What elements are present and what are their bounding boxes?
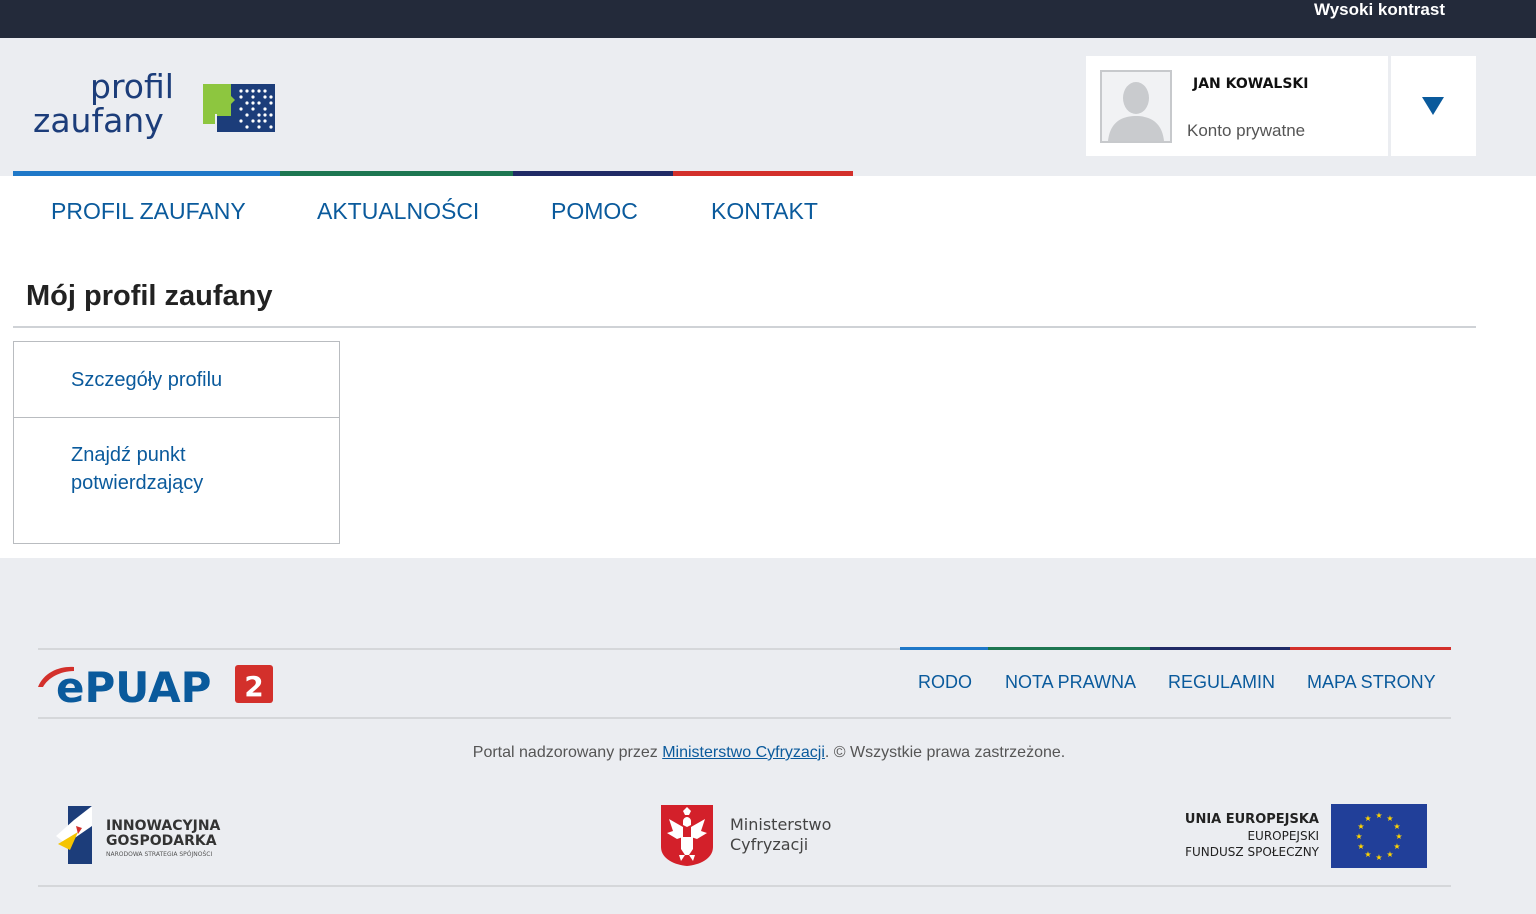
nav-item-aktualnosci[interactable]: AKTUALNOŚCI <box>317 198 479 225</box>
svg-text:ePUAP: ePUAP <box>56 663 211 706</box>
page-title: Mój profil zaufany <box>26 280 273 312</box>
title-divider <box>13 326 1476 328</box>
user-name: JAN KOWALSKI <box>1193 76 1309 92</box>
eu-flag-icon[interactable]: ★ ★ ★ ★ ★ ★ ★ ★ ★ ★ ★ ★ <box>1331 804 1427 868</box>
svg-text:★: ★ <box>1393 822 1400 831</box>
triangle-down-icon <box>1422 97 1444 115</box>
main-content: PROFIL ZAUFANY AKTUALNOŚCI POMOC KONTAKT… <box>0 176 1536 558</box>
eu-logo-text: UNIA EUROPEJSKA EUROPEJSKI FUNDUSZ SPOŁE… <box>1184 812 1319 859</box>
logo-line2: zaufany <box>33 101 164 140</box>
footer-link-mapa-strony[interactable]: MAPA STRONY <box>1307 672 1436 693</box>
footer-link-rodo[interactable]: RODO <box>918 672 972 693</box>
epuap-logo[interactable]: ePUAP 2 <box>38 660 278 706</box>
user-silhouette-icon <box>1108 82 1164 141</box>
footer-stripe-red <box>1290 647 1451 650</box>
svg-text:★: ★ <box>1357 822 1364 831</box>
user-account-box[interactable]: JAN KOWALSKI Konto prywatne <box>1086 56 1388 156</box>
svg-text:★: ★ <box>1355 832 1362 841</box>
footer-link-nota-prawna[interactable]: NOTA PRAWNA <box>1005 672 1136 693</box>
avatar <box>1100 70 1172 143</box>
polish-eagle-emblem-icon[interactable] <box>659 803 715 867</box>
footer-divider-bottom <box>38 885 1451 887</box>
svg-text:★: ★ <box>1357 842 1364 851</box>
ig-subtitle: NARODOWA STRATEGIA SPÓJNOŚCI <box>106 851 213 858</box>
user-menu-toggle[interactable] <box>1391 56 1476 156</box>
footer-stripe-navy <box>1150 647 1290 650</box>
footer-stripe-green <box>988 647 1150 650</box>
svg-text:★: ★ <box>1395 832 1402 841</box>
ig-text: INNOWACYJNA GOSPODARKA <box>106 818 221 849</box>
svg-text:2: 2 <box>244 670 263 703</box>
logo-mark-icon <box>203 84 275 132</box>
svg-text:★: ★ <box>1386 850 1393 859</box>
logo-line1: profil <box>90 67 174 106</box>
side-menu: Szczegóły profilu Znajdź punkt potwierdz… <box>13 341 340 544</box>
copyright: Portal nadzorowany przez Ministerstwo Cy… <box>472 744 1066 761</box>
top-bar: Wysoki kontrast <box>0 0 1536 38</box>
nav-item-profil-zaufany[interactable]: PROFIL ZAUFANY <box>51 198 246 225</box>
profil-zaufany-logo[interactable]: profil zaufany <box>33 70 283 150</box>
ministry-link[interactable]: Ministerstwo Cyfryzacji <box>662 744 825 761</box>
high-contrast-toggle[interactable]: Wysoki kontrast <box>1314 0 1445 20</box>
footer-stripe-blue <box>900 647 988 650</box>
svg-text:★: ★ <box>1393 842 1400 851</box>
ministry-logo-text: Ministerstwo Cyfryzacji <box>730 815 832 854</box>
side-menu-item-find-point[interactable]: Znajdź punkt potwierdzający <box>14 418 301 543</box>
account-type: Konto prywatne <box>1187 121 1306 140</box>
svg-text:★: ★ <box>1375 811 1382 820</box>
innowacyjna-gospodarka-logo[interactable] <box>56 806 96 864</box>
footer-link-regulamin[interactable]: REGULAMIN <box>1168 672 1275 693</box>
svg-text:★: ★ <box>1364 850 1371 859</box>
footer-divider-mid <box>38 717 1451 719</box>
svg-text:★: ★ <box>1364 814 1371 823</box>
side-menu-item-profile-details[interactable]: Szczegóły profilu <box>14 342 339 418</box>
svg-text:★: ★ <box>1375 853 1382 862</box>
nav-item-pomoc[interactable]: POMOC <box>551 198 638 225</box>
nav-item-kontakt[interactable]: KONTAKT <box>711 198 818 225</box>
